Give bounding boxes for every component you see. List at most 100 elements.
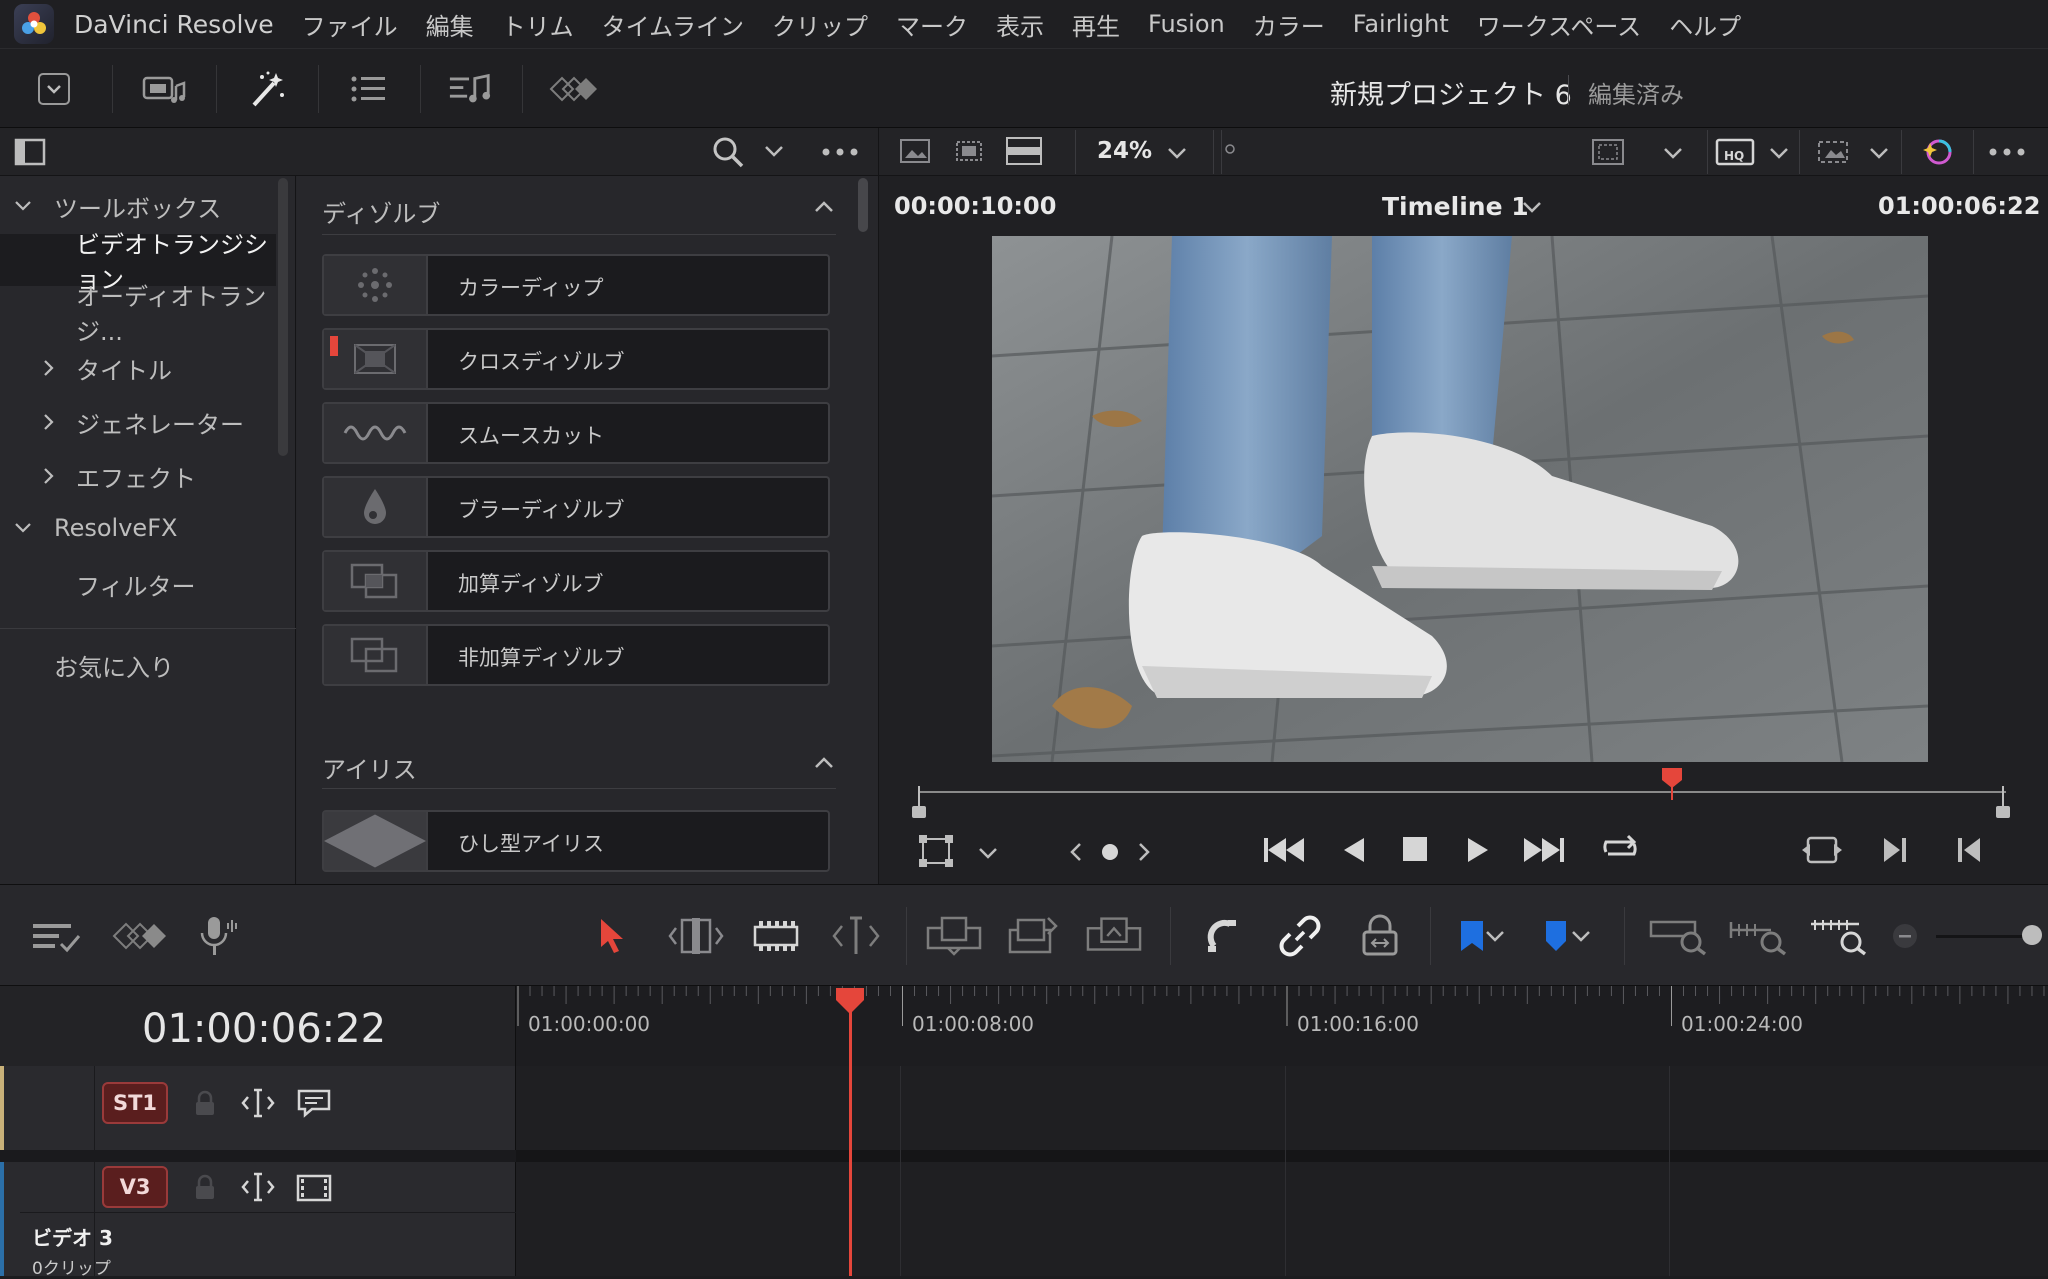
timeline-current-timecode[interactable]: 01:00:06:22 — [142, 1006, 386, 1052]
position-lock-icon[interactable] — [1352, 911, 1408, 961]
timeline-selector-chevron-icon[interactable] — [1522, 200, 1542, 214]
panel-dropdown-button[interactable] — [32, 69, 76, 109]
next-edit-icon[interactable] — [1880, 834, 1910, 866]
menu-workspace[interactable]: ワークスペース — [1477, 7, 1641, 42]
zoom-level[interactable]: 24% — [1097, 138, 1152, 164]
transitions-overlay-icon[interactable] — [108, 911, 172, 961]
previous-edit-icon[interactable] — [1954, 834, 1984, 866]
blade-tool-icon[interactable] — [828, 911, 884, 961]
safe-area-icon[interactable] — [1591, 138, 1625, 166]
replace-clip-icon[interactable] — [1086, 911, 1142, 961]
track-st1-badge[interactable]: ST1 — [102, 1082, 168, 1124]
track-v3-lock-icon[interactable] — [192, 1174, 218, 1200]
menu-edit[interactable]: 編集 — [426, 7, 474, 42]
effects-list-scrollbar[interactable] — [858, 178, 868, 232]
insert-clip-icon[interactable] — [926, 911, 982, 961]
search-icon[interactable] — [712, 136, 744, 168]
out-point-handle-icon[interactable] — [1994, 786, 2012, 820]
single-viewer-icon[interactable] — [899, 138, 931, 166]
track-v3-badge[interactable]: V3 — [102, 1166, 168, 1208]
effects-magic-wand-icon[interactable] — [246, 69, 290, 109]
more-options-icon[interactable] — [820, 140, 860, 164]
media-pool-icon[interactable] — [142, 69, 186, 109]
quality-chevron-icon[interactable] — [1769, 146, 1789, 160]
dual-viewer-icon[interactable] — [949, 138, 989, 166]
timeline-options-icon[interactable] — [28, 911, 84, 961]
overlay-chevron-icon[interactable] — [1869, 146, 1889, 160]
collapse-iris-icon[interactable] — [814, 756, 834, 770]
menu-mark[interactable]: マーク — [896, 7, 968, 42]
trim-edit-tool-icon[interactable] — [668, 911, 724, 961]
menu-fairlight[interactable]: Fairlight — [1353, 10, 1449, 38]
track-st1-subtitle-icon[interactable] — [296, 1088, 332, 1118]
tree-item-effects[interactable]: エフェクト — [0, 450, 276, 502]
overwrite-clip-icon[interactable] — [1006, 911, 1062, 961]
effect-color-dip[interactable]: カラーディップ — [322, 254, 830, 316]
tree-item-filters[interactable]: フィルター — [0, 558, 276, 610]
play-reverse-icon[interactable] — [1340, 834, 1368, 866]
effect-blur-dissolve[interactable]: ブラーディゾルブ — [322, 476, 830, 538]
linked-selection-icon[interactable] — [1272, 911, 1328, 961]
edit-index-list-icon[interactable] — [346, 69, 390, 109]
jog-control-icon[interactable] — [1068, 840, 1152, 864]
effect-diamond-iris[interactable]: ひし型アイリス — [322, 810, 830, 872]
menu-color[interactable]: カラー — [1253, 7, 1325, 42]
zoom-custom-icon[interactable] — [1806, 911, 1868, 961]
effect-non-additive-dissolve[interactable]: 非加算ディゾルブ — [322, 624, 830, 686]
scrubber-playhead[interactable] — [1660, 766, 1684, 800]
track-v3-video-output-icon[interactable] — [296, 1174, 332, 1202]
timeline-zoom-slider-handle[interactable] — [2022, 925, 2042, 945]
play-icon[interactable] — [1464, 834, 1492, 866]
skip-to-start-icon[interactable] — [1262, 834, 1306, 866]
track-v3-auto-select-icon[interactable] — [240, 1172, 276, 1202]
app-name-menu[interactable]: DaVinci Resolve — [74, 10, 274, 39]
menu-help[interactable]: ヘルプ — [1669, 7, 1741, 42]
transform-toggle-icon[interactable] — [918, 834, 954, 868]
playback-quality-hq-icon[interactable]: HQ — [1715, 136, 1755, 168]
favorites-label[interactable]: お気に入り — [54, 648, 174, 683]
timeline-tracks-area[interactable] — [516, 1066, 2048, 1276]
timeline-selector[interactable]: Timeline 1 — [1382, 192, 1529, 221]
overlay-options-icon[interactable] — [1815, 136, 1851, 168]
voiceover-mic-icon[interactable] — [190, 911, 246, 961]
menu-clip[interactable]: クリップ — [772, 7, 868, 42]
sidebar-toggle-icon[interactable] — [14, 138, 46, 166]
match-frame-icon[interactable] — [1800, 834, 1844, 866]
dynamic-trim-icon[interactable] — [748, 911, 804, 961]
in-point-handle-icon[interactable] — [910, 786, 928, 820]
tree-item-resolvefx[interactable]: ResolveFX — [0, 502, 276, 554]
track-st1-lock-icon[interactable] — [192, 1090, 218, 1116]
timeline-ruler[interactable] — [516, 986, 2048, 1066]
zoom-out-minus-icon[interactable] — [1892, 923, 1918, 949]
zoom-chevron-icon[interactable] — [1167, 146, 1187, 160]
stop-icon[interactable] — [1400, 834, 1430, 864]
menu-trim[interactable]: トリム — [502, 7, 574, 42]
menu-timeline[interactable]: タイムライン — [602, 7, 744, 42]
scrubber-track[interactable] — [918, 791, 2006, 793]
collapse-dissolve-icon[interactable] — [814, 200, 834, 214]
zoom-full-extent-icon[interactable] — [1646, 911, 1708, 961]
transitions-icon[interactable] — [548, 69, 600, 109]
viewer-more-options-icon[interactable] — [1987, 140, 2027, 164]
sound-library-icon[interactable] — [448, 69, 492, 109]
snapping-magnet-icon[interactable] — [1196, 911, 1252, 961]
transform-chevron-icon[interactable] — [978, 846, 998, 860]
timeline-playhead[interactable] — [834, 986, 866, 1276]
color-effects-sparkle-icon[interactable] — [1919, 134, 1955, 170]
menu-view[interactable]: 表示 — [996, 7, 1044, 42]
filmstrip-viewer-icon[interactable] — [1005, 136, 1043, 166]
davinci-logo-icon[interactable] — [14, 4, 54, 44]
tree-item-titles[interactable]: タイトル — [0, 342, 276, 394]
loop-icon[interactable] — [1598, 830, 1642, 866]
menu-playback[interactable]: 再生 — [1072, 7, 1120, 42]
safe-area-chevron-icon[interactable] — [1663, 146, 1683, 160]
marker-chevron-icon[interactable] — [1566, 911, 1596, 961]
tree-item-generators[interactable]: ジェネレーター — [0, 396, 276, 448]
menu-fusion[interactable]: Fusion — [1148, 10, 1225, 38]
zoom-detail-icon[interactable] — [1726, 911, 1788, 961]
effect-additive-dissolve[interactable]: 加算ディゾルブ — [322, 550, 830, 612]
timeline-zoom-slider[interactable] — [1936, 935, 2028, 938]
effect-cross-dissolve[interactable]: クロスディゾルブ — [322, 328, 830, 390]
skip-to-end-icon[interactable] — [1522, 834, 1566, 866]
tree-scrollbar[interactable] — [278, 178, 288, 456]
